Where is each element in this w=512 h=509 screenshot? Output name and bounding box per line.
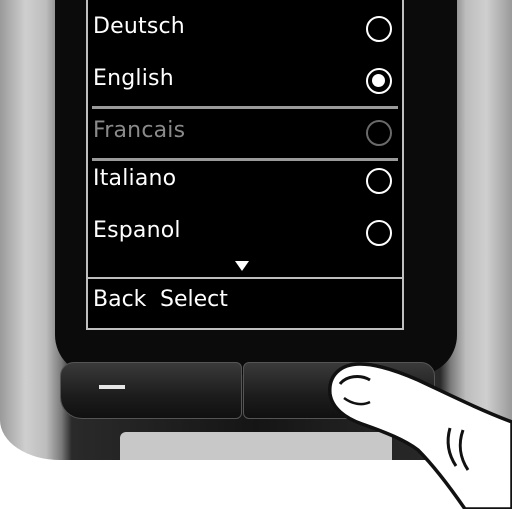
menu-item-label: Italiano: [93, 166, 177, 191]
softkey-select[interactable]: Select: [160, 287, 228, 312]
menu-item-label: Francais: [93, 118, 186, 143]
radio-selected-icon[interactable]: [366, 68, 392, 94]
softkey-back[interactable]: Back: [93, 287, 146, 312]
phone-display: Deutsch English Francais Italiano Espano…: [86, 0, 404, 330]
menu-item-label: English: [93, 66, 174, 91]
menu-item-deutsch[interactable]: Deutsch: [88, 6, 402, 58]
pointing-finger-icon: [328, 362, 512, 509]
radio-unselected-icon[interactable]: [366, 220, 392, 246]
menu-item-label: Espanol: [93, 218, 181, 243]
radio-unselected-icon[interactable]: [366, 168, 392, 194]
menu-item-italiano[interactable]: Italiano: [88, 158, 402, 210]
triangle-down-icon[interactable]: [235, 261, 249, 271]
radio-unselected-icon[interactable]: [366, 16, 392, 42]
left-display-key[interactable]: [60, 362, 242, 419]
menu-item-espanol[interactable]: Espanol: [88, 210, 402, 262]
menu-item-francais[interactable]: Francais: [88, 110, 402, 162]
softkey-bar: Back Select: [88, 279, 402, 328]
radio-disabled-icon[interactable]: [366, 120, 392, 146]
highlight-top-divider: [92, 106, 398, 109]
menu-item-label: Deutsch: [93, 14, 185, 39]
menu-item-english[interactable]: English: [88, 58, 402, 110]
dash-icon: [99, 385, 125, 389]
